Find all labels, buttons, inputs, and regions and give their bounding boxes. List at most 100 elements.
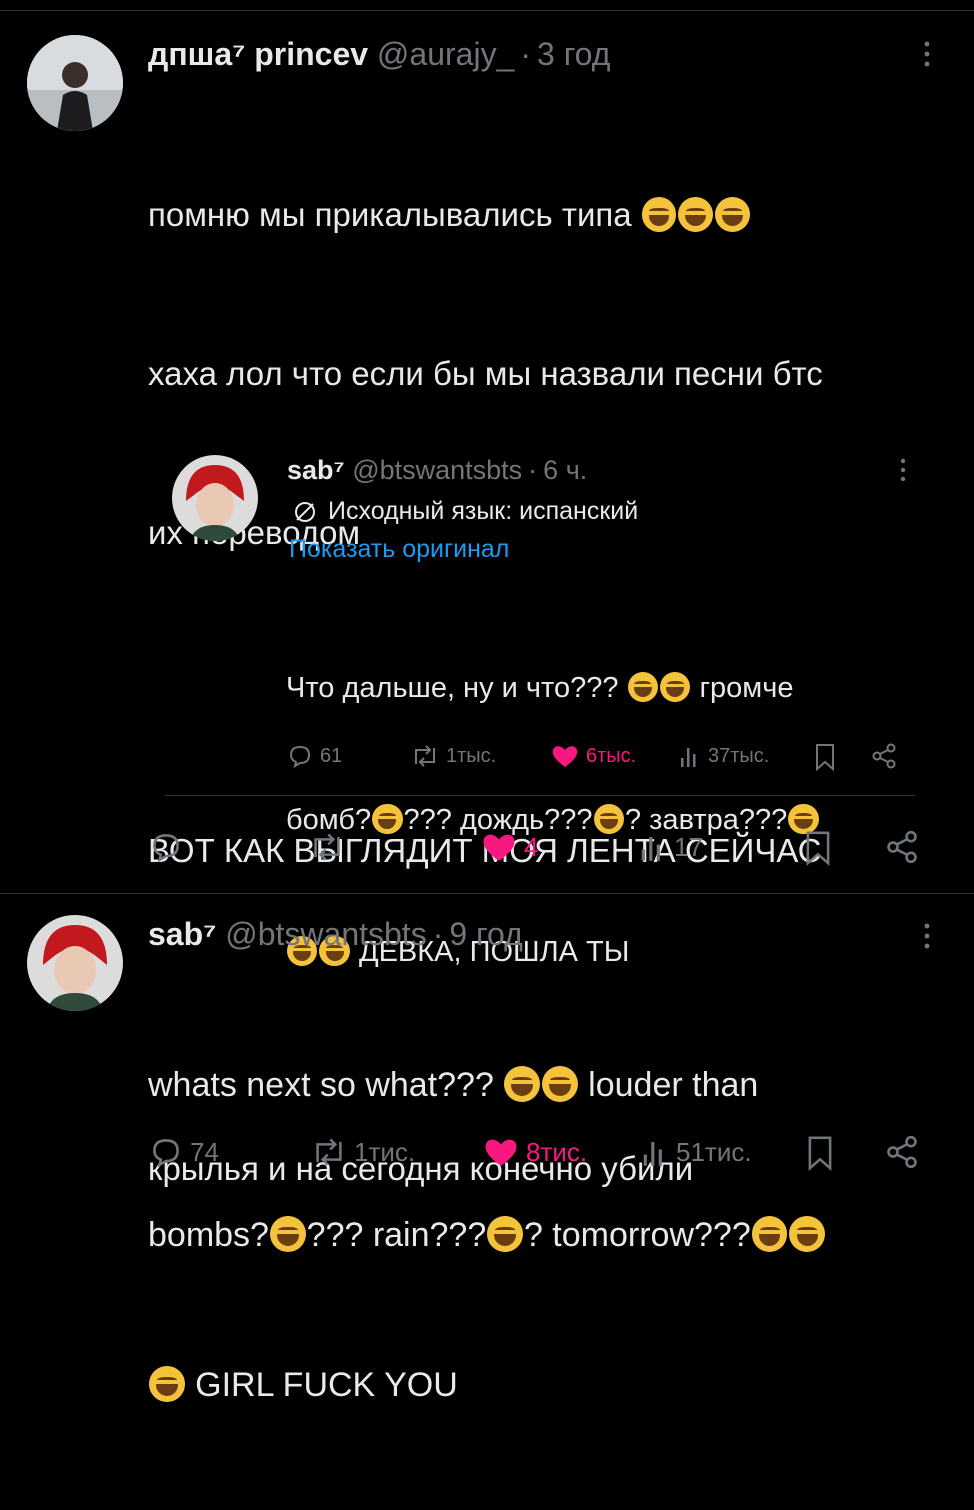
like-button[interactable]: 6тыс. — [550, 742, 636, 770]
more-options-icon[interactable] — [917, 36, 937, 76]
text-line: громче — [699, 672, 794, 704]
share-icon — [872, 743, 896, 769]
bookmark-icon — [808, 1136, 832, 1171]
share-button[interactable] — [884, 829, 920, 865]
joy-emoji-icon — [487, 1216, 523, 1253]
avatar[interactable] — [27, 915, 123, 1011]
views-button[interactable]: 37тыс. — [678, 742, 769, 770]
handle[interactable]: @aurajy_ — [377, 36, 514, 72]
views-button[interactable]: 51тис. — [640, 1134, 752, 1170]
retweet-button[interactable]: 1тис. — [310, 1134, 415, 1170]
timestamp[interactable]: 9 год — [449, 916, 522, 952]
joy-emoji-icon — [659, 671, 691, 703]
avatar[interactable] — [172, 455, 258, 541]
text-line: louder than — [588, 1066, 759, 1104]
handle[interactable]: @btswantsbts — [225, 916, 426, 952]
views-icon — [681, 748, 696, 767]
action-bar: 4 17 — [148, 825, 928, 871]
post-header: дпша⁷ princev @aurajy_ · 3 год — [148, 36, 611, 72]
post-header: sab⁷ @btswantsbts · 9 год — [148, 916, 523, 952]
joy-emoji-icon — [504, 1066, 541, 1103]
heart-filled-icon — [483, 834, 515, 861]
views-icon — [643, 1142, 662, 1166]
views-button[interactable]: 17 — [638, 829, 703, 865]
retweet-button[interactable] — [308, 829, 352, 865]
heart-filled-icon — [485, 1139, 517, 1166]
bookmark-icon — [816, 744, 834, 772]
text-line: GIRL FUCK YOU — [195, 1366, 458, 1404]
views-count: 17 — [674, 831, 703, 862]
joy-emoji-icon — [627, 671, 658, 703]
reply-button[interactable] — [148, 829, 190, 865]
globe-icon — [295, 501, 315, 522]
avatar-image — [27, 915, 123, 1011]
post-text: whats next so what??? louder than bombs?… — [148, 960, 938, 1510]
share-icon — [887, 830, 917, 864]
bookmark-button[interactable] — [804, 829, 832, 867]
rofl-emoji-icon — [641, 197, 677, 232]
views-icon — [641, 837, 660, 861]
bookmark-button[interactable] — [806, 1134, 834, 1172]
text-line: Что дальше, ну и что??? — [286, 672, 619, 704]
joy-emoji-icon — [542, 1066, 578, 1103]
translation-note: Исходный язык: испанский — [292, 497, 638, 526]
reply-button[interactable]: 61 — [286, 742, 342, 770]
avatar-image — [27, 35, 123, 131]
rofl-emoji-icon — [678, 197, 714, 232]
retweet-icon — [314, 833, 340, 861]
joy-emoji-icon — [269, 1216, 306, 1253]
retweet-icon — [316, 1138, 342, 1166]
handle[interactable]: @btswantsbts — [352, 455, 522, 485]
text-line: bombs? — [148, 1216, 269, 1254]
heart-filled-icon — [552, 746, 578, 767]
rofl-emoji-icon — [715, 197, 750, 232]
views-count: 51тис. — [676, 1136, 752, 1167]
retweet-count: 1тис. — [354, 1136, 416, 1167]
post-divider — [0, 893, 974, 894]
like-button[interactable]: 8тис. — [482, 1134, 587, 1170]
like-count: 6тыс. — [586, 744, 637, 767]
action-bar: 74 1тис. 8тис. 51тис. — [148, 1132, 928, 1178]
timestamp[interactable]: 3 год — [537, 36, 610, 72]
retweet-icon — [415, 745, 435, 767]
display-name[interactable]: sab⁷ — [148, 916, 216, 952]
joy-emoji-icon — [789, 1216, 826, 1253]
show-original-link[interactable]: Показать оригинал — [289, 535, 509, 564]
translated-from-label: Исходный язык: испанский — [328, 497, 639, 525]
reply-icon — [153, 1139, 179, 1168]
text-line: ??? rain??? — [306, 1216, 487, 1254]
views-count: 37тыс. — [708, 744, 770, 767]
display-name[interactable]: sab⁷ — [287, 455, 345, 485]
text-line: whats next so what??? — [148, 1066, 494, 1104]
text-line: ? tomorrow??? — [523, 1216, 751, 1254]
reply-button[interactable]: 74 — [148, 1134, 219, 1170]
like-count: 8тис. — [526, 1136, 588, 1167]
top-divider — [0, 10, 974, 11]
reply-count: 74 — [190, 1136, 219, 1167]
reply-icon — [289, 745, 311, 769]
avatar-image — [172, 455, 258, 541]
bookmark-icon — [806, 831, 830, 866]
share-button[interactable] — [884, 1134, 920, 1170]
reply-count: 61 — [320, 744, 343, 767]
avatar[interactable] — [27, 35, 123, 131]
like-button[interactable]: 4 — [480, 829, 538, 865]
like-count: 4 — [524, 831, 539, 862]
action-bar: 61 1тыс. 6тыс. 37тыс. — [286, 738, 906, 778]
quote-divider — [165, 795, 915, 796]
retweet-button[interactable]: 1тыс. — [410, 742, 496, 770]
joy-emoji-icon — [751, 1216, 788, 1253]
more-options-icon[interactable] — [893, 454, 913, 490]
more-options-icon[interactable] — [917, 918, 937, 958]
reply-icon — [153, 834, 179, 863]
share-button[interactable] — [870, 742, 898, 770]
display-name[interactable]: дпша⁷ princev — [148, 36, 368, 72]
text-line: хаха лол что если бы мы назвали песни бт… — [148, 355, 823, 392]
timestamp[interactable]: 6 ч. — [543, 455, 587, 485]
retweet-count: 1тыс. — [446, 744, 497, 767]
post-header: sab⁷ @btswantsbts · 6 ч. — [287, 455, 588, 485]
text-line: помню мы прикалывались типа — [148, 196, 632, 233]
share-icon — [887, 1135, 917, 1169]
joy-emoji-icon — [149, 1366, 185, 1403]
bookmark-button[interactable] — [814, 742, 836, 772]
